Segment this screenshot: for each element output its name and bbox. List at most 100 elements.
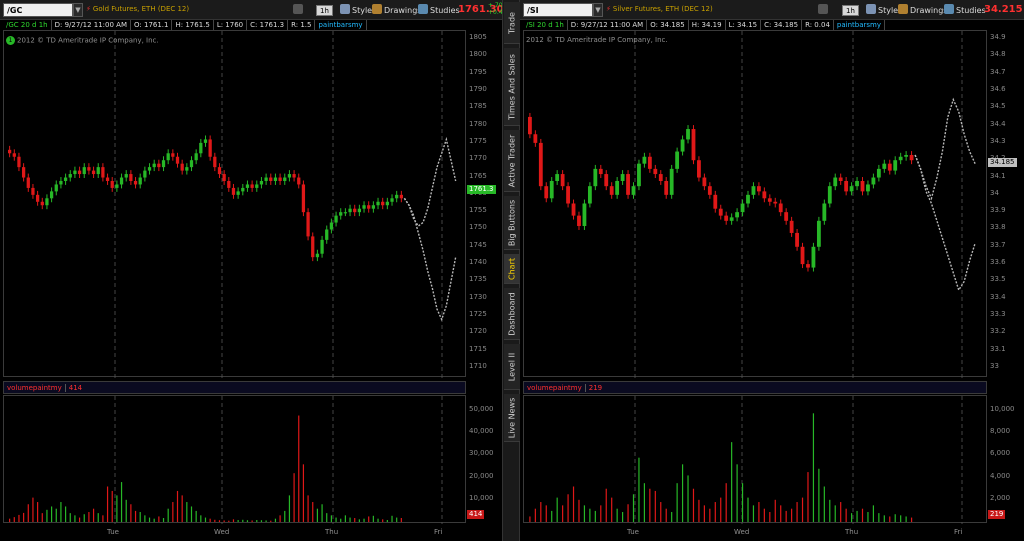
symbol-dropdown-icon[interactable]: ▼ bbox=[73, 3, 83, 17]
volume-study-title[interactable]: volumepaintmy 414 bbox=[7, 384, 83, 392]
volume-tick-label: 6,000 bbox=[990, 449, 1011, 458]
candle-body bbox=[17, 156, 21, 168]
symbol-period: /SI 20 d 1h bbox=[523, 20, 568, 30]
volume-chart-area[interactable] bbox=[523, 395, 987, 524]
candle-body bbox=[789, 220, 794, 233]
projection-path bbox=[403, 136, 457, 228]
studies-button[interactable]: Studies bbox=[944, 4, 986, 15]
price-tick-label: 33.2 bbox=[990, 327, 1006, 336]
link-icon[interactable] bbox=[293, 4, 305, 15]
side-tab-label: Active Trader bbox=[507, 134, 517, 187]
studies-icon bbox=[944, 4, 954, 14]
candle-body bbox=[538, 142, 543, 187]
symbol-input[interactable]: /GC bbox=[3, 3, 73, 17]
link-icon[interactable] bbox=[818, 4, 830, 15]
candle-body bbox=[609, 186, 614, 195]
side-tab-big-buttons[interactable]: Big Buttons bbox=[504, 196, 520, 250]
price-chart-area[interactable] bbox=[3, 30, 466, 378]
candle-body bbox=[909, 155, 914, 161]
candle-body bbox=[555, 174, 560, 181]
studies-button[interactable]: Studies bbox=[418, 4, 460, 15]
side-tab-trade[interactable]: Trade bbox=[504, 2, 520, 44]
side-tab-times-and-sales[interactable]: Times And Sales bbox=[504, 48, 520, 126]
candle-body bbox=[329, 222, 334, 230]
candle-body bbox=[301, 184, 306, 213]
side-tab-chart[interactable]: Chart bbox=[504, 254, 520, 284]
candle-body bbox=[273, 177, 278, 181]
current-price-tag: 1761.3 bbox=[467, 185, 496, 195]
price-tick-label: 1765 bbox=[469, 171, 487, 180]
candle-body bbox=[320, 239, 324, 254]
price-tick-label: 33.5 bbox=[990, 275, 1006, 284]
security-description: ⚡ Gold Futures, ETH (DEC 12) bbox=[86, 5, 189, 13]
event-badge-icon[interactable]: 1 bbox=[6, 36, 15, 45]
candle-body bbox=[844, 180, 849, 192]
candle-body bbox=[138, 177, 142, 185]
timeframe-button[interactable]: 1h bbox=[842, 5, 859, 16]
price-tick-label: 1800 bbox=[469, 50, 487, 59]
candle-body bbox=[855, 180, 859, 187]
volume-chart-area[interactable] bbox=[3, 395, 466, 524]
candle-body bbox=[77, 170, 82, 175]
price-chart-area[interactable] bbox=[523, 30, 987, 378]
volume-study-name: volumepaintmy bbox=[7, 384, 62, 392]
price-tick-label: 33.1 bbox=[990, 344, 1006, 353]
side-tab-level-ii[interactable]: Level II bbox=[504, 344, 520, 390]
drawings-button[interactable]: Drawings bbox=[898, 4, 947, 15]
candle-body bbox=[31, 187, 35, 195]
price-tick-label: 33.6 bbox=[990, 258, 1006, 267]
candle-body bbox=[762, 191, 767, 199]
volume-study-title[interactable]: volumepaintmy 219 bbox=[527, 384, 603, 392]
volume-chart-svg bbox=[529, 396, 963, 524]
drawings-button[interactable]: Drawings bbox=[372, 4, 421, 15]
copyright-label: 2012 © TD Ameritrade IP Company, Inc. bbox=[526, 36, 668, 44]
candle-body bbox=[199, 142, 203, 154]
price-tick-label: 1730 bbox=[469, 292, 487, 301]
side-tab-live-news[interactable]: Live News bbox=[504, 394, 520, 442]
current-volume-tag: 414 bbox=[467, 510, 485, 519]
symbol-input[interactable]: /SI bbox=[523, 3, 593, 17]
candle-body bbox=[250, 184, 254, 188]
volume-chart-svg bbox=[9, 396, 443, 524]
candle-body bbox=[236, 191, 240, 195]
bar-date: D: 9/27/12 11:00 AM bbox=[52, 20, 132, 30]
candle-body bbox=[729, 217, 734, 221]
candle-body bbox=[115, 184, 119, 188]
side-tab-active-trader[interactable]: Active Trader bbox=[504, 130, 520, 192]
volume-tick-label: 40,000 bbox=[469, 427, 494, 436]
style-label: Style bbox=[352, 6, 373, 15]
symbol-dropdown-icon[interactable]: ▼ bbox=[593, 3, 603, 17]
price-tick-label: 34.8 bbox=[990, 50, 1006, 59]
candle-body bbox=[686, 129, 690, 140]
candle-body bbox=[626, 174, 630, 195]
price-tick-label: 1745 bbox=[469, 240, 487, 249]
candle-body bbox=[180, 163, 184, 171]
candle-body bbox=[278, 177, 282, 181]
price-tick-label: 34.1 bbox=[990, 171, 1006, 180]
candle-body bbox=[707, 186, 712, 195]
volume-tick-label: 20,000 bbox=[469, 471, 494, 480]
style-label: Style bbox=[878, 6, 899, 15]
day-label: Thu bbox=[325, 528, 339, 536]
candle-body bbox=[8, 149, 12, 154]
candle-body bbox=[740, 203, 745, 213]
timeframe-button[interactable]: 1h bbox=[316, 5, 333, 16]
style-button[interactable]: Style bbox=[866, 4, 898, 15]
bar-low: L: 1760 bbox=[214, 20, 248, 30]
study-name[interactable]: paintbarsmy bbox=[315, 20, 367, 30]
candle-body bbox=[161, 160, 166, 168]
candle-body bbox=[311, 236, 315, 258]
candle-body bbox=[882, 163, 887, 169]
side-tab-dashboard[interactable]: Dashboard bbox=[504, 288, 520, 340]
bar-close: C: 34.185 bbox=[761, 20, 803, 30]
candle-body bbox=[82, 167, 86, 175]
candle-body bbox=[353, 208, 357, 213]
style-button[interactable]: Style bbox=[340, 4, 372, 15]
study-name[interactable]: paintbarsmy bbox=[834, 20, 885, 30]
candle-body bbox=[297, 177, 301, 185]
price-tick-label: 33.9 bbox=[990, 206, 1006, 215]
chart-panel-gold: /GC ▼ ⚡ Gold Futures, ETH (DEC 12) 1h Sty… bbox=[0, 0, 512, 541]
volume-study-value: 414 bbox=[64, 384, 83, 392]
candle-body bbox=[292, 174, 296, 178]
projection-path bbox=[403, 197, 457, 322]
